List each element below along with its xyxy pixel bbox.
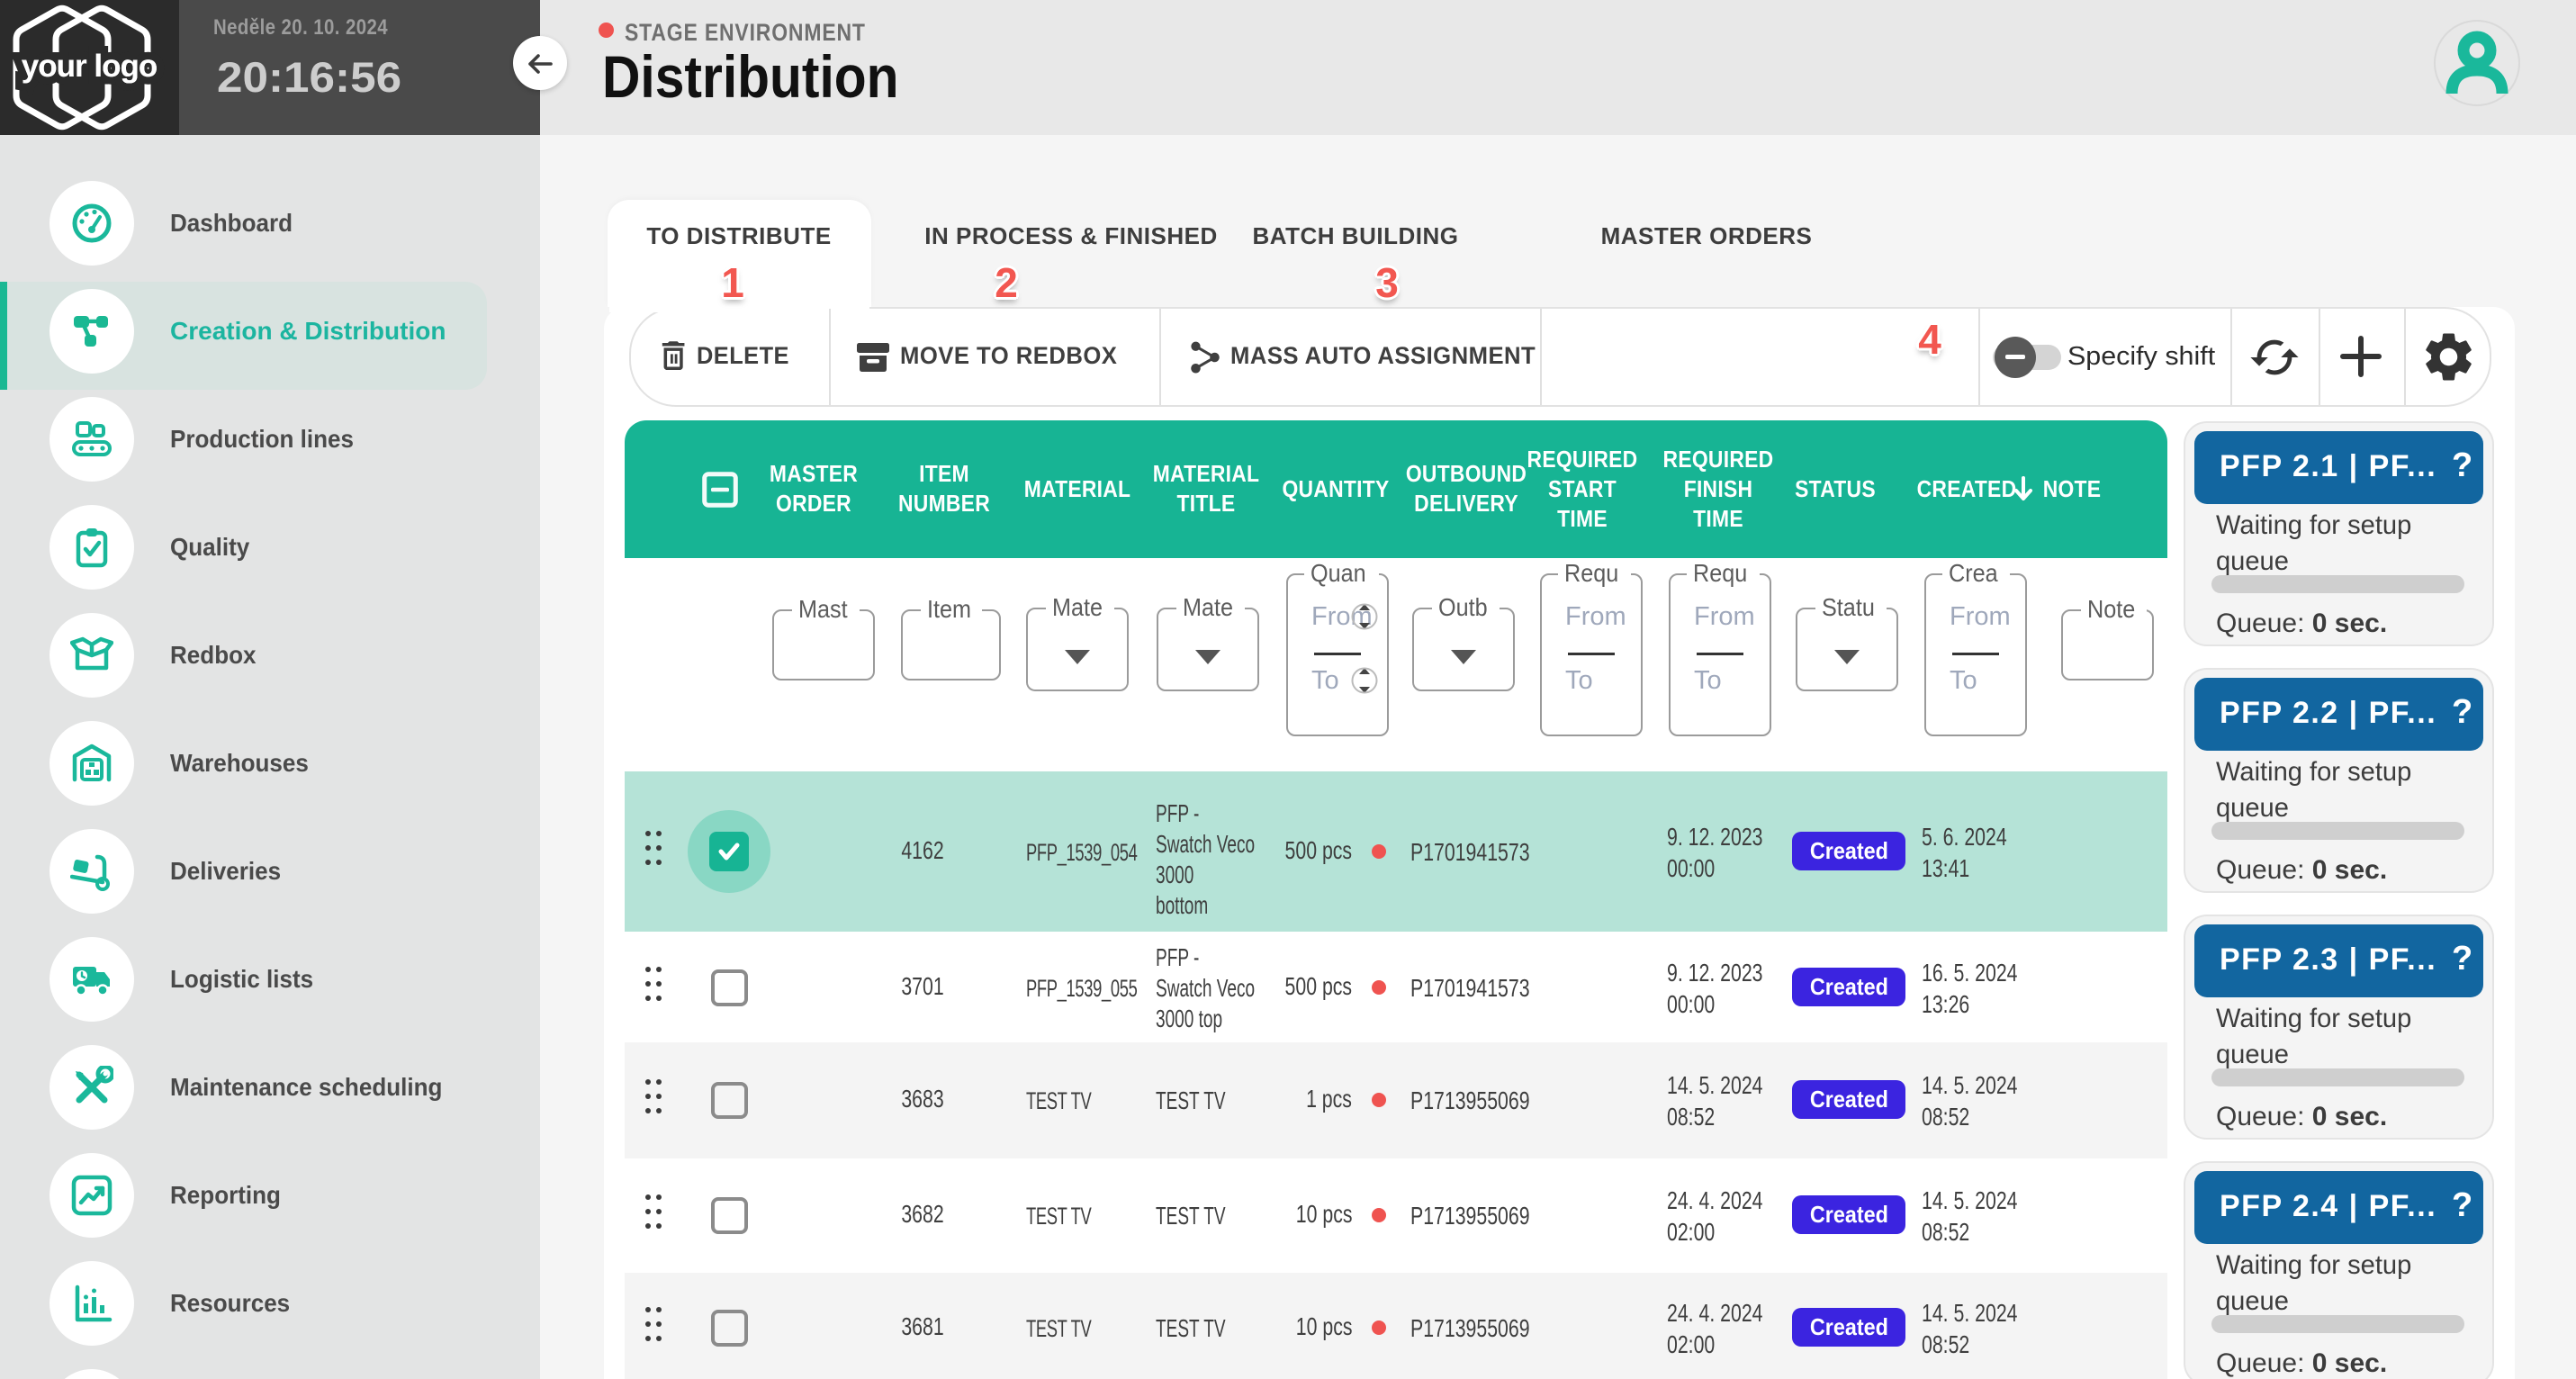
- svg-text:your logo: your logo: [22, 49, 158, 84]
